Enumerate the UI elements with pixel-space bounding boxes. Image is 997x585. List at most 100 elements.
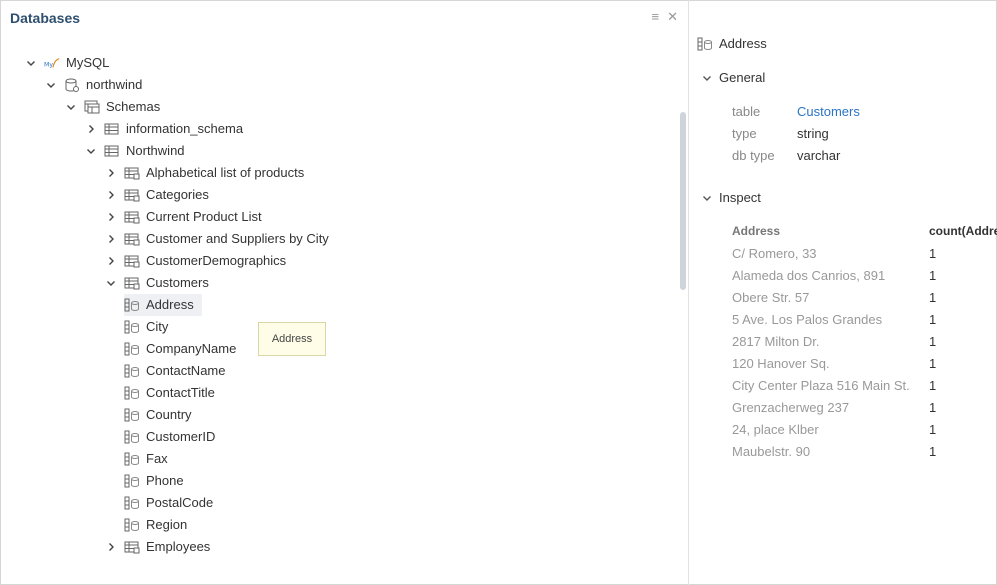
database-tree: My MySQL northwind Schemas information_schem… xyxy=(0,52,680,585)
table-icon xyxy=(124,210,140,224)
prop-db-type: db type varchar xyxy=(732,145,840,167)
inspect-count-cell: 1 xyxy=(929,378,937,393)
chevron-down-icon[interactable] xyxy=(104,276,118,290)
tree-item-postalcode[interactable]: PostalCode xyxy=(124,492,213,514)
table-icon xyxy=(124,254,140,268)
tree-item-address[interactable]: Address xyxy=(124,294,202,316)
prop-key: type xyxy=(732,126,757,141)
tree-item-fax[interactable]: Fax xyxy=(124,448,168,470)
database-icon xyxy=(64,78,80,92)
tree-item-customerid[interactable]: CustomerID xyxy=(124,426,215,448)
tree-item-label: CompanyName xyxy=(146,341,237,356)
general-section-toggle[interactable]: General xyxy=(701,70,765,85)
column-icon xyxy=(124,408,140,422)
chevron-right-icon[interactable] xyxy=(104,540,118,554)
inspect-row: 24, place Klber 1 xyxy=(732,419,997,441)
inspect-count-cell: 1 xyxy=(929,444,937,459)
tree-item-label: CustomerDemographics xyxy=(146,253,287,268)
column-icon xyxy=(124,320,140,334)
tree-item-label: Current Product List xyxy=(146,209,262,224)
chevron-down-icon[interactable] xyxy=(64,100,78,114)
tree-item-mysql[interactable]: My MySQL xyxy=(24,52,109,74)
table-icon xyxy=(124,188,140,202)
tree-item-schemas[interactable]: Schemas xyxy=(64,96,160,118)
inspect-address-cell: 120 Hanover Sq. xyxy=(732,356,830,371)
close-icon[interactable]: ✕ xyxy=(667,10,678,24)
inspect-section-toggle[interactable]: Inspect xyxy=(701,190,761,205)
tree-item-city[interactable]: City xyxy=(124,316,168,338)
tree-item-region[interactable]: Region xyxy=(124,514,187,536)
inspect-row: 5 Ave. Los Palos Grandes 1 xyxy=(732,309,997,331)
column-icon xyxy=(124,496,140,510)
tree-item-label: Customers xyxy=(146,275,209,290)
column-icon xyxy=(697,37,713,51)
table-icon xyxy=(124,232,140,246)
column-icon xyxy=(124,386,140,400)
details-title: Address xyxy=(719,36,767,51)
menu-icon[interactable]: ≡ xyxy=(652,10,660,24)
inspect-row: Maubelstr. 90 1 xyxy=(732,441,997,463)
tree-item-contactname[interactable]: ContactName xyxy=(124,360,225,382)
chevron-right-icon[interactable] xyxy=(104,188,118,202)
tree-item-customers[interactable]: Customers xyxy=(104,272,209,294)
tree-item-label: Schemas xyxy=(106,99,161,114)
tree-item-current-product-list[interactable]: Current Product List xyxy=(104,206,262,228)
column-icon xyxy=(124,430,140,444)
prop-table: table Customers xyxy=(732,101,860,123)
column-icon xyxy=(124,298,140,312)
tree-item-companyname[interactable]: CompanyName xyxy=(124,338,236,360)
mysql-logo-icon: My xyxy=(44,56,60,70)
tree-item-label: northwind xyxy=(86,77,143,92)
tree-item-information-schema[interactable]: information_schema xyxy=(84,118,243,140)
chevron-down-icon[interactable] xyxy=(44,78,58,92)
chevron-right-icon[interactable] xyxy=(84,122,98,136)
databases-panel: Databases ≡ ✕ My MySQL northwind Schemas inf… xyxy=(0,0,689,585)
prop-key: table xyxy=(732,104,761,119)
prop-value: varchar xyxy=(797,148,841,163)
table-link[interactable]: Customers xyxy=(797,104,860,119)
inspect-count-cell: 1 xyxy=(929,268,937,283)
tree-item-customerdemographics[interactable]: CustomerDemographics xyxy=(104,250,286,272)
column-header-count: count(Addre xyxy=(929,224,997,238)
inspect-address-cell: Maubelstr. 90 xyxy=(732,444,811,459)
tree-item-customer-and-suppliers-by-city[interactable]: Customer and Suppliers by City xyxy=(104,228,329,250)
tree-item-employees[interactable]: Employees xyxy=(104,536,210,558)
chevron-down-icon[interactable] xyxy=(24,56,38,70)
prop-type: type string xyxy=(732,123,829,145)
tree-item-label: ContactTitle xyxy=(146,385,215,400)
schema-icon xyxy=(104,144,120,158)
tree-item-phone[interactable]: Phone xyxy=(124,470,184,492)
chevron-down-icon[interactable] xyxy=(84,144,98,158)
column-header-address: Address xyxy=(732,224,781,238)
tree-item-alphabetical-list-of-products[interactable]: Alphabetical list of products xyxy=(104,162,304,184)
tree-scrollbar[interactable] xyxy=(680,112,686,290)
inspect-address-cell: 24, place Klber xyxy=(732,422,819,437)
tree-item-label: Alphabetical list of products xyxy=(146,165,305,180)
chevron-right-icon[interactable] xyxy=(104,232,118,246)
tree-item-label: Categories xyxy=(146,187,209,202)
tree-item-northwind[interactable]: Northwind xyxy=(84,140,185,162)
tree-item-label: Phone xyxy=(146,473,184,488)
chevron-right-icon[interactable] xyxy=(104,210,118,224)
tree-item-country[interactable]: Country xyxy=(124,404,192,426)
chevron-right-icon[interactable] xyxy=(104,166,118,180)
schemas-icon xyxy=(84,100,100,114)
tree-item-categories[interactable]: Categories xyxy=(104,184,209,206)
inspect-row: Obere Str. 57 1 xyxy=(732,287,997,309)
inspect-address-cell: Grenzacherweg 237 xyxy=(732,400,850,415)
tree-item-label: CustomerID xyxy=(146,429,216,444)
column-icon xyxy=(124,452,140,466)
tree-item-label: Employees xyxy=(146,539,211,554)
tree-item-label: ContactName xyxy=(146,363,226,378)
inspect-count-cell: 1 xyxy=(929,356,937,371)
panel-actions: ≡ ✕ xyxy=(652,10,679,24)
chevron-down-icon xyxy=(701,192,713,204)
tree-item-contacttitle[interactable]: ContactTitle xyxy=(124,382,215,404)
tree-item-northwind[interactable]: northwind xyxy=(44,74,142,96)
inspect-count-cell: 1 xyxy=(929,290,937,305)
details-header: Address xyxy=(697,36,767,51)
chevron-right-icon[interactable] xyxy=(104,254,118,268)
inspect-count-cell: 1 xyxy=(929,422,937,437)
inspect-section-label: Inspect xyxy=(719,190,761,205)
tree-item-label: Address xyxy=(146,297,194,312)
